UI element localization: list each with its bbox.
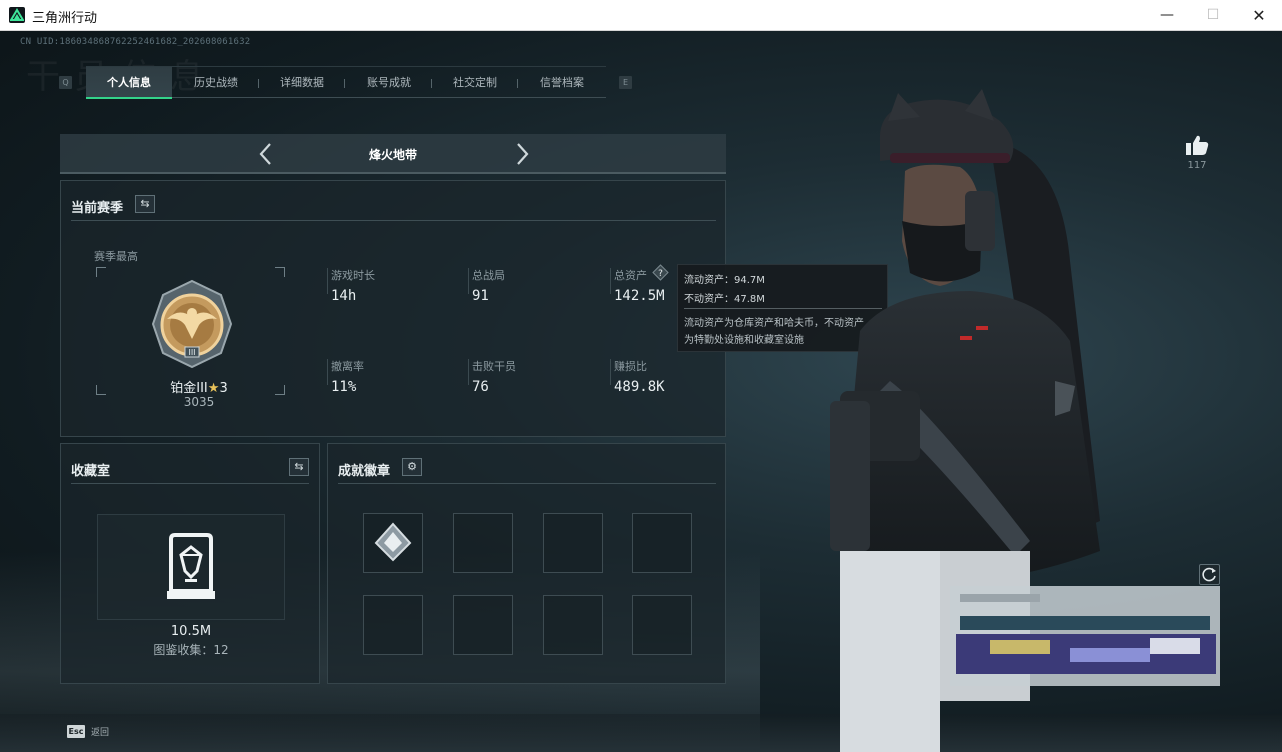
season-divider [71, 220, 716, 221]
rank-score: 3035 [183, 395, 215, 409]
player-uid: CN UID:18603486876225246168​2_2026080616… [20, 37, 251, 47]
tooltip-liquid-assets: 流动资产：94.7M [684, 275, 765, 286]
back-label: 返回 [91, 728, 110, 738]
close-button[interactable]: ✕ [1236, 0, 1282, 31]
like-button[interactable] [1184, 134, 1210, 160]
mode-next-arrow-icon[interactable] [510, 140, 534, 168]
main-tabs: 个人信息 历史战绩 详细数据 账号成就 社交定制 信誉档案 [86, 66, 606, 99]
stat-divider [610, 268, 611, 294]
tab-next-key[interactable]: E [619, 76, 632, 89]
collection-count: 图鉴收集：12 [153, 643, 229, 657]
achievements-divider [338, 483, 716, 484]
collection-display-frame[interactable] [97, 514, 285, 620]
star-icon: ★ [207, 381, 220, 396]
badge-slot-empty[interactable] [543, 595, 603, 655]
tab-detail-data[interactable]: 详细数据 [259, 67, 345, 99]
stat-value-kills: 76 [472, 379, 489, 395]
achievements-panel: 成就徽章 ⚙ [327, 443, 726, 684]
svg-text:?: ? [658, 269, 663, 279]
like-count: 117 [1187, 160, 1207, 171]
tab-prev-key[interactable]: Q [59, 76, 72, 89]
season-switch-button[interactable]: ⇆ [135, 195, 155, 213]
display-case-icon [163, 533, 219, 601]
svg-text:III: III [188, 348, 195, 357]
stat-label-playtime: 游戏时长 [331, 269, 375, 282]
tab-social[interactable]: 社交定制 [432, 67, 518, 99]
collection-divider [71, 483, 309, 484]
stat-value-profit-ratio: 489.8K [614, 379, 665, 395]
stat-value-playtime: 14h [331, 288, 357, 304]
collection-panel: 收藏室 ⇆ 10.5M 图鉴收集：12 [60, 443, 320, 684]
badge-slot-empty[interactable] [363, 595, 423, 655]
badge-slot-empty[interactable] [632, 513, 692, 573]
stat-label-profit-ratio: 赚损比 [614, 360, 647, 373]
season-panel: 当前赛季 ⇆ 赛季最高 III 铂金III★3 3035 游戏时长 14h 总战… [60, 180, 726, 437]
back-button[interactable]: Esc 返回 [61, 721, 115, 743]
help-icon[interactable]: ? [652, 264, 669, 281]
season-best-label: 赛季最高 [94, 250, 138, 263]
collection-value: 10.5M [170, 624, 212, 639]
stat-label-extract-rate: 撤离率 [331, 360, 364, 373]
stat-value-assets: 142.5M [614, 288, 665, 304]
mode-selector: 烽火地带 [60, 134, 726, 174]
refresh-button[interactable] [1199, 564, 1220, 585]
stat-divider [327, 359, 328, 385]
stat-value-extract-rate: 11% [331, 379, 357, 395]
stat-value-matches: 91 [472, 288, 489, 304]
stat-divider [468, 268, 469, 294]
rank-stars: 3 [219, 381, 228, 396]
stat-divider [610, 359, 611, 385]
rank-emblem-icon: III [145, 277, 239, 371]
tab-profile[interactable]: 个人信息 [86, 67, 172, 99]
esc-key: Esc [67, 725, 85, 738]
badge-icon [374, 522, 412, 562]
achievements-settings-gear-icon[interactable]: ⚙ [402, 458, 422, 476]
badge-slot-empty[interactable] [453, 595, 513, 655]
thumbs-up-icon [1186, 135, 1209, 155]
tab-history[interactable]: 历史战绩 [173, 67, 259, 99]
achievements-title: 成就徽章 [338, 464, 391, 479]
frame-corner [275, 267, 285, 277]
rank-name-row: 铂金III★3 [154, 377, 244, 396]
stat-divider [468, 359, 469, 385]
maximize-button[interactable]: ☐ [1190, 0, 1236, 31]
rank-name: 铂金III [170, 381, 208, 396]
app-icon [9, 7, 25, 23]
refresh-icon [1202, 567, 1216, 582]
badge-slot-filled[interactable] [363, 513, 423, 573]
badge-slot-empty[interactable] [632, 595, 692, 655]
minimize-button[interactable]: — [1144, 0, 1190, 31]
collection-switch-button[interactable]: ⇆ [289, 458, 309, 476]
blurred-player-card [950, 586, 1220, 686]
frame-corner [96, 267, 106, 277]
game-viewport: 干员信息 CN UID:18603486876225246168​2_20260… [0, 31, 1282, 752]
mode-title: 烽火地带 [368, 148, 417, 162]
frame-corner [96, 385, 106, 395]
season-title: 当前赛季 [71, 201, 124, 216]
stat-divider [327, 268, 328, 294]
badge-slot-empty[interactable] [453, 513, 513, 573]
window-title: 三角洲行动 [32, 11, 98, 26]
stat-label-kills: 击败干员 [472, 360, 516, 373]
stat-label-matches: 总战局 [472, 269, 505, 282]
tab-achievements[interactable]: 账号成就 [346, 67, 432, 99]
badge-slot-empty[interactable] [543, 513, 603, 573]
collection-title: 收藏室 [71, 464, 111, 479]
tooltip-fixed-assets: 不动资产：47.8M [684, 294, 765, 305]
tab-reputation[interactable]: 信誉档案 [518, 67, 606, 99]
stat-label-assets: 总资产 [614, 269, 647, 282]
frame-corner [275, 385, 285, 395]
window-titlebar: 三角洲行动 — ☐ ✕ [0, 0, 1282, 31]
